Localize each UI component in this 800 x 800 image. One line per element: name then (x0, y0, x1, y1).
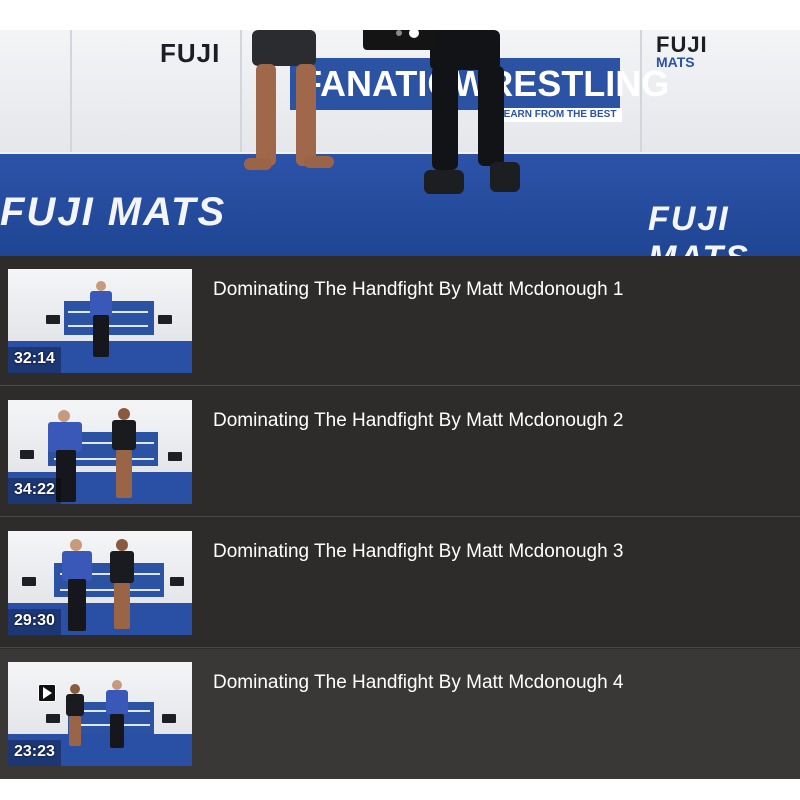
video-duration: 32:14 (8, 347, 61, 373)
athlete-leg (256, 64, 276, 166)
seek-indicator[interactable] (363, 28, 437, 50)
wall-seam (70, 30, 72, 160)
fuji-mats-subtitle: MATS (656, 54, 695, 70)
divider (0, 516, 800, 517)
divider (0, 385, 800, 386)
seek-dot-inactive (396, 30, 402, 36)
playlist-item[interactable]: 34:22 Dominating The Handfight By Matt M… (0, 387, 800, 517)
playlist-item[interactable]: 32:14 Dominating The Handfight By Matt M… (0, 256, 800, 386)
thumb-fuji-logo (168, 452, 182, 461)
video-title[interactable]: Dominating The Handfight By Matt Mcdonou… (213, 670, 624, 696)
playlist-item[interactable]: 29:30 Dominating The Handfight By Matt M… (0, 518, 800, 648)
athlete-foot (244, 158, 272, 170)
thumb-fuji-logo (158, 315, 172, 324)
mat-logo-right: FUJI MATS (648, 200, 748, 256)
video-player-frame[interactable]: FUJI FANATICWRESTLING LEARN FROM THE BES… (0, 30, 800, 256)
athlete-leg (296, 64, 316, 166)
thumb-fuji-logo (46, 315, 60, 324)
coach-shoe (490, 162, 520, 192)
video-duration: 23:23 (8, 740, 61, 766)
video-thumbnail[interactable]: 23:23 (8, 662, 192, 766)
athlete-shorts (252, 30, 316, 66)
divider (0, 647, 800, 648)
video-playlist: 32:14 Dominating The Handfight By Matt M… (0, 256, 800, 779)
thumb-fuji-logo (46, 714, 60, 723)
video-thumbnail[interactable]: 34:22 (8, 400, 192, 504)
seek-handle[interactable] (409, 28, 419, 38)
play-icon[interactable] (38, 684, 56, 702)
video-thumbnail[interactable]: 32:14 (8, 269, 192, 373)
banner-tagline: LEARN FROM THE BEST (492, 108, 622, 122)
video-duration: 29:30 (8, 609, 61, 635)
coach-hips (430, 30, 500, 70)
coach-leg (478, 66, 504, 166)
video-title[interactable]: Dominating The Handfight By Matt Mcdonou… (213, 408, 624, 434)
thumb-fuji-logo (20, 450, 34, 459)
athlete-foot (304, 156, 334, 168)
fuji-logo-left: FUJI (160, 38, 221, 68)
wall-seam (240, 30, 242, 160)
playlist-item-active[interactable]: 23:23 Dominating The Handfight By Matt M… (0, 649, 800, 779)
mat-logo-left: FUJI MATS (0, 190, 227, 234)
thumb-fuji-logo (22, 577, 36, 586)
coach-shoe (424, 170, 464, 194)
thumb-fuji-logo (170, 577, 184, 586)
video-thumbnail[interactable]: 29:30 (8, 531, 192, 635)
video-title[interactable]: Dominating The Handfight By Matt Mcdonou… (213, 539, 624, 565)
coach-leg (432, 66, 458, 170)
thumb-fuji-logo (162, 714, 176, 723)
video-duration: 34:22 (8, 478, 61, 504)
video-title[interactable]: Dominating The Handfight By Matt Mcdonou… (213, 277, 624, 303)
